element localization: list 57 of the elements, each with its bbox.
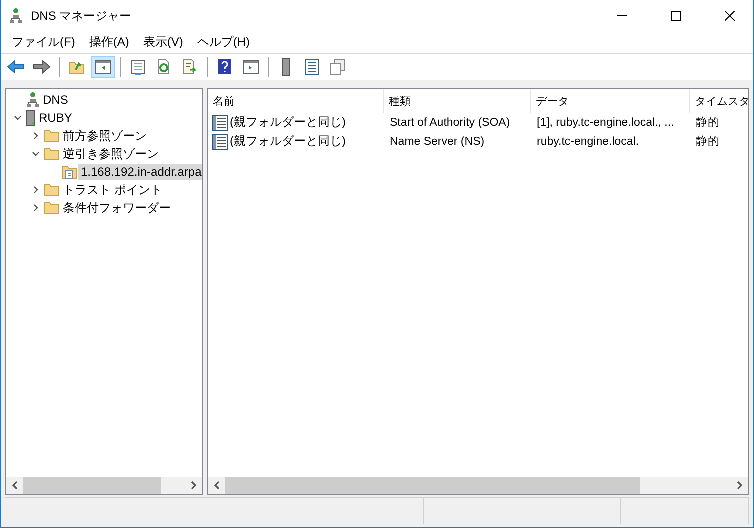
- copy-icon: [330, 59, 346, 75]
- network-icon: [9, 8, 23, 24]
- table-cell-text: 静的: [695, 116, 721, 130]
- server-icon: [26, 110, 36, 126]
- folder-icon: [44, 183, 60, 197]
- table-cell: (親フォルダーと同じ): [230, 114, 346, 131]
- folder-icon: [44, 147, 60, 161]
- tree-item[interactable]: 1.168.192.in-addr.arpa: [78, 164, 202, 180]
- tree-item[interactable]: 前方参照ゾーン: [60, 126, 150, 146]
- column-header[interactable]: データ: [531, 89, 690, 113]
- table-cell-text: ruby.tc-engine.local.: [536, 136, 640, 148]
- maximize-icon: [671, 11, 681, 21]
- table-cell-text: Name Server (NS): [389, 136, 486, 148]
- table-cell-text: Start of Authority (SOA): [389, 116, 512, 128]
- chevron-right-icon: [736, 481, 742, 490]
- collapse-icon[interactable]: [14, 114, 22, 122]
- menu-item[interactable]: ヘルプ(H): [190, 32, 257, 52]
- menu-item[interactable]: 操作(A): [82, 32, 136, 52]
- action-pane-icon: [243, 60, 259, 74]
- menu-item[interactable]: ファイル(F): [5, 32, 82, 52]
- column-header[interactable]: 名前: [208, 89, 384, 113]
- expand-icon[interactable]: [32, 204, 40, 212]
- back-arrow-icon: [7, 60, 25, 74]
- tree-item[interactable]: RUBY: [36, 110, 76, 126]
- chevron-right-icon: [190, 481, 196, 490]
- record-icon: [212, 134, 228, 150]
- tree-item[interactable]: 条件付フォワーダー: [60, 198, 174, 218]
- folder-icon: [44, 129, 60, 143]
- table-cell: (親フォルダーと同じ): [230, 133, 346, 150]
- toolbar-button[interactable]: [91, 56, 115, 78]
- folder-icon: [44, 201, 60, 215]
- server-icon: [282, 58, 290, 76]
- list-icon: [305, 59, 319, 75]
- expand-icon[interactable]: [32, 132, 40, 140]
- properties-icon: [130, 59, 146, 75]
- window-title: DNS マネージャー: [31, 8, 133, 24]
- help-icon: [218, 59, 232, 75]
- forward-arrow-icon: [33, 60, 51, 74]
- close-icon: [725, 11, 735, 21]
- export-list-icon: [182, 59, 198, 75]
- refresh-icon: [156, 59, 172, 75]
- table-cell-text: [1], ruby.tc-engine.local., ...: [536, 116, 676, 128]
- column-header[interactable]: 種類: [384, 89, 531, 113]
- table-cell-text: 静的: [695, 134, 721, 149]
- menu-item[interactable]: 表示(V): [136, 32, 190, 52]
- column-header[interactable]: タイムスタ: [690, 89, 748, 113]
- zone-icon: [62, 164, 78, 180]
- tree-item[interactable]: DNS: [40, 92, 72, 108]
- record-icon: [212, 114, 228, 130]
- panel-icon: [95, 60, 111, 74]
- chevron-left-icon: [12, 481, 18, 490]
- tree-item[interactable]: 逆引き参照ゾーン: [60, 144, 162, 164]
- tree-item[interactable]: トラスト ポイント: [60, 180, 166, 200]
- expand-icon[interactable]: [32, 186, 40, 194]
- collapse-icon[interactable]: [32, 150, 40, 158]
- chevron-left-icon: [214, 481, 220, 490]
- network-icon: [26, 92, 40, 108]
